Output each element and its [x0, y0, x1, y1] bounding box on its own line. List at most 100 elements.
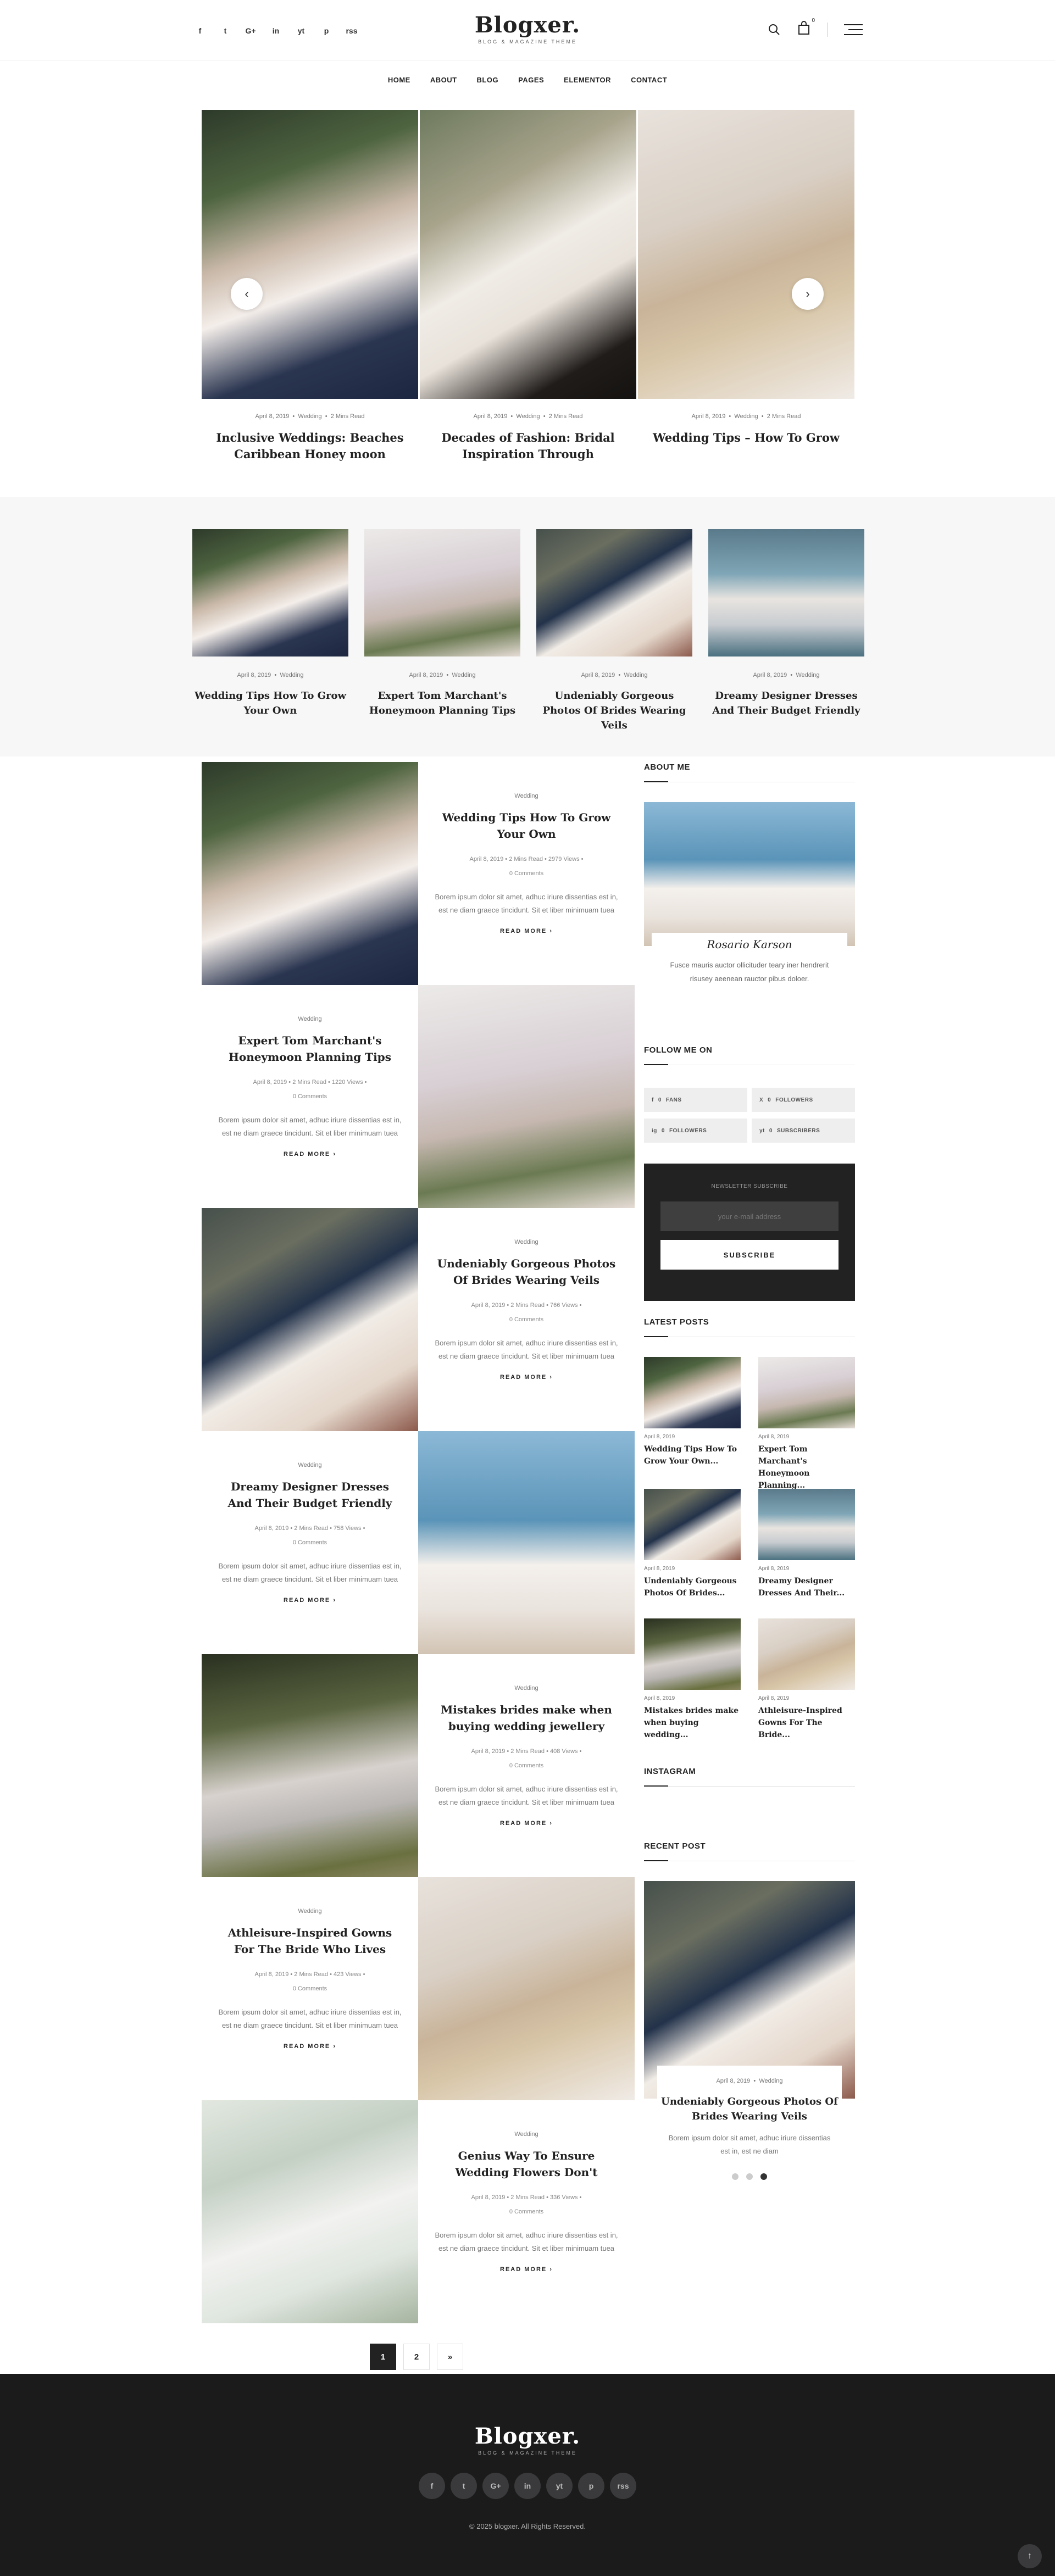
footer-logo[interactable]: Blogxer. BLOG & MAGAZINE THEME — [0, 2423, 1055, 2456]
featured-card[interactable]: April 8, 2019 • Wedding Wedding Tips How… — [192, 529, 348, 718]
post-title[interactable]: Genius Way To Ensure Wedding Flowers Don… — [435, 2147, 618, 2180]
post-category[interactable]: Wedding — [435, 2131, 618, 2138]
latest-post-item[interactable]: April 8, 2019 Mistakes brides make when b… — [644, 1618, 741, 1741]
latest-post-image[interactable] — [758, 1357, 855, 1428]
google-plus-icon[interactable]: G+ — [482, 2473, 509, 2499]
post-image[interactable] — [418, 1877, 635, 2100]
menu-icon[interactable] — [844, 24, 863, 36]
featured-image[interactable] — [708, 529, 864, 656]
featured-title[interactable]: Wedding Tips How To Grow Your Own — [192, 688, 348, 718]
post-category[interactable]: Wedding — [218, 1016, 402, 1022]
follow-youtube[interactable]: yt 0 SUBSCRIBERS — [752, 1119, 855, 1143]
next-page-button[interactable]: » — [437, 2344, 463, 2370]
post-image[interactable] — [202, 1654, 418, 1877]
latest-post-image[interactable] — [644, 1357, 741, 1428]
read-more-link[interactable]: READ MORE › — [218, 1597, 402, 1604]
post-image[interactable] — [202, 762, 418, 985]
read-more-link[interactable]: READ MORE › — [435, 1374, 618, 1381]
post-title[interactable]: Expert Tom Marchant's Honeymoon Planning… — [218, 1032, 402, 1065]
carousel-dot[interactable] — [732, 2173, 738, 2180]
latest-post-image[interactable] — [644, 1618, 741, 1690]
slider-title[interactable]: Inclusive Weddings: Beaches Caribbean Ho… — [202, 430, 418, 463]
post-title[interactable]: Wedding Tips How To Grow Your Own — [435, 809, 618, 842]
cart-button[interactable]: 0 — [797, 18, 815, 38]
featured-card[interactable]: April 8, 2019 • Wedding Undeniably Gorge… — [536, 529, 692, 733]
post-title[interactable]: Dreamy Designer Dresses And Their Budget… — [218, 1478, 402, 1511]
post-category[interactable]: Wedding — [218, 1462, 402, 1468]
slider-title[interactable]: Wedding Tips – How To Grow — [638, 430, 854, 446]
nav-elementor[interactable]: ELEMENTOR — [564, 76, 611, 84]
page-button-active[interactable]: 1 — [370, 2344, 396, 2370]
featured-title[interactable]: Dreamy Designer Dresses And Their Budget… — [708, 688, 864, 718]
post-category[interactable]: Wedding — [435, 793, 618, 799]
slider-next-button[interactable]: › — [792, 278, 824, 310]
latest-post-image[interactable] — [758, 1618, 855, 1690]
post-image[interactable] — [418, 1431, 635, 1654]
featured-title[interactable]: Expert Tom Marchant's Honeymoon Planning… — [364, 688, 520, 718]
featured-image[interactable] — [536, 529, 692, 656]
recent-post-title[interactable]: Undeniably Gorgeous Photos Of Brides Wea… — [657, 2094, 842, 2124]
latest-post-title[interactable]: Undeniably Gorgeous Photos Of Brides... — [644, 1575, 741, 1599]
newsletter-email-input[interactable] — [660, 1201, 839, 1231]
post-image[interactable] — [418, 985, 635, 1208]
follow-facebook[interactable]: f 0 FANS — [644, 1088, 747, 1112]
latest-post-item[interactable]: April 8, 2019 Wedding Tips How To Grow Yo… — [644, 1357, 741, 1467]
latest-post-item[interactable]: April 8, 2019 Athleisure-Inspired Gowns F… — [758, 1618, 855, 1741]
rss-icon[interactable]: rss — [610, 2473, 636, 2499]
featured-card[interactable]: April 8, 2019 • Wedding Dreamy Designer … — [708, 529, 864, 718]
latest-post-item[interactable]: April 8, 2019 Dreamy Designer Dresses And… — [758, 1489, 855, 1599]
carousel-dot[interactable] — [746, 2173, 753, 2180]
post-image[interactable] — [202, 1208, 418, 1431]
nav-pages[interactable]: PAGES — [518, 76, 544, 84]
post-title[interactable]: Athleisure-Inspired Gowns For The Bride … — [218, 1924, 402, 1957]
slider-image[interactable] — [638, 110, 854, 399]
post-image[interactable] — [202, 2100, 418, 2323]
latest-post-image[interactable] — [644, 1489, 741, 1560]
search-icon[interactable] — [768, 23, 781, 36]
subscribe-button[interactable]: SUBSCRIBE — [660, 1240, 839, 1270]
follow-twitter[interactable]: X 0 FOLLOWERS — [752, 1088, 855, 1112]
post-title[interactable]: Undeniably Gorgeous Photos Of Brides Wea… — [435, 1255, 618, 1288]
nav-home[interactable]: HOME — [388, 76, 410, 84]
nav-blog[interactable]: BLOG — [477, 76, 499, 84]
latest-post-title[interactable]: Athleisure-Inspired Gowns For The Bride.… — [758, 1705, 855, 1741]
slider-image[interactable] — [420, 110, 636, 399]
post-category[interactable]: Wedding — [435, 1685, 618, 1692]
follow-instagram[interactable]: ig 0 FOLLOWERS — [644, 1119, 747, 1143]
read-more-link[interactable]: READ MORE › — [218, 1151, 402, 1158]
latest-post-item[interactable]: April 8, 2019 Expert Tom Marchant's Honey… — [758, 1357, 855, 1492]
read-more-link[interactable]: READ MORE › — [435, 1820, 618, 1827]
latest-post-title[interactable]: Expert Tom Marchant's Honeymoon Planning… — [758, 1443, 855, 1492]
latest-post-item[interactable]: April 8, 2019 Undeniably Gorgeous Photos … — [644, 1489, 741, 1599]
read-more-link[interactable]: READ MORE › — [218, 2043, 402, 2050]
featured-card[interactable]: April 8, 2019 • Wedding Expert Tom March… — [364, 529, 520, 718]
read-more-link[interactable]: READ MORE › — [435, 928, 618, 934]
latest-post-title[interactable]: Mistakes brides make when buying wedding… — [644, 1705, 741, 1741]
twitter-icon[interactable]: t — [451, 2473, 477, 2499]
youtube-icon[interactable]: yt — [546, 2473, 573, 2499]
back-to-top-button[interactable]: ↑ — [1018, 2544, 1042, 2568]
slider-title[interactable]: Decades of Fashion: Bridal Inspiration T… — [420, 430, 636, 463]
slider-image[interactable] — [202, 110, 418, 399]
post-category[interactable]: Wedding — [435, 1239, 618, 1245]
featured-image[interactable] — [192, 529, 348, 656]
post-title[interactable]: Mistakes brides make when buying wedding… — [435, 1701, 618, 1734]
latest-post-image[interactable] — [758, 1489, 855, 1560]
latest-post-title[interactable]: Dreamy Designer Dresses And Their... — [758, 1575, 855, 1599]
site-logo[interactable]: Blogxer. BLOG & MAGAZINE THEME — [0, 12, 1055, 44]
nav-contact[interactable]: CONTACT — [631, 76, 667, 84]
featured-title[interactable]: Undeniably Gorgeous Photos Of Brides Wea… — [536, 688, 692, 733]
slider-card[interactable]: April 8, 2019 • Wedding • 2 Mins Read De… — [420, 110, 636, 463]
featured-image[interactable] — [364, 529, 520, 656]
facebook-icon[interactable]: f — [419, 2473, 445, 2499]
slider-card[interactable]: April 8, 2019 • Wedding • 2 Mins Read We… — [638, 110, 854, 446]
page-button[interactable]: 2 — [403, 2344, 430, 2370]
pinterest-icon[interactable]: p — [578, 2473, 604, 2499]
carousel-dot-active[interactable] — [760, 2173, 767, 2180]
slider-prev-button[interactable]: ‹ — [231, 278, 263, 310]
read-more-link[interactable]: READ MORE › — [435, 2266, 618, 2273]
nav-about[interactable]: ABOUT — [430, 76, 457, 84]
linkedin-icon[interactable]: in — [514, 2473, 541, 2499]
latest-post-title[interactable]: Wedding Tips How To Grow Your Own... — [644, 1443, 741, 1467]
post-category[interactable]: Wedding — [218, 1908, 402, 1915]
